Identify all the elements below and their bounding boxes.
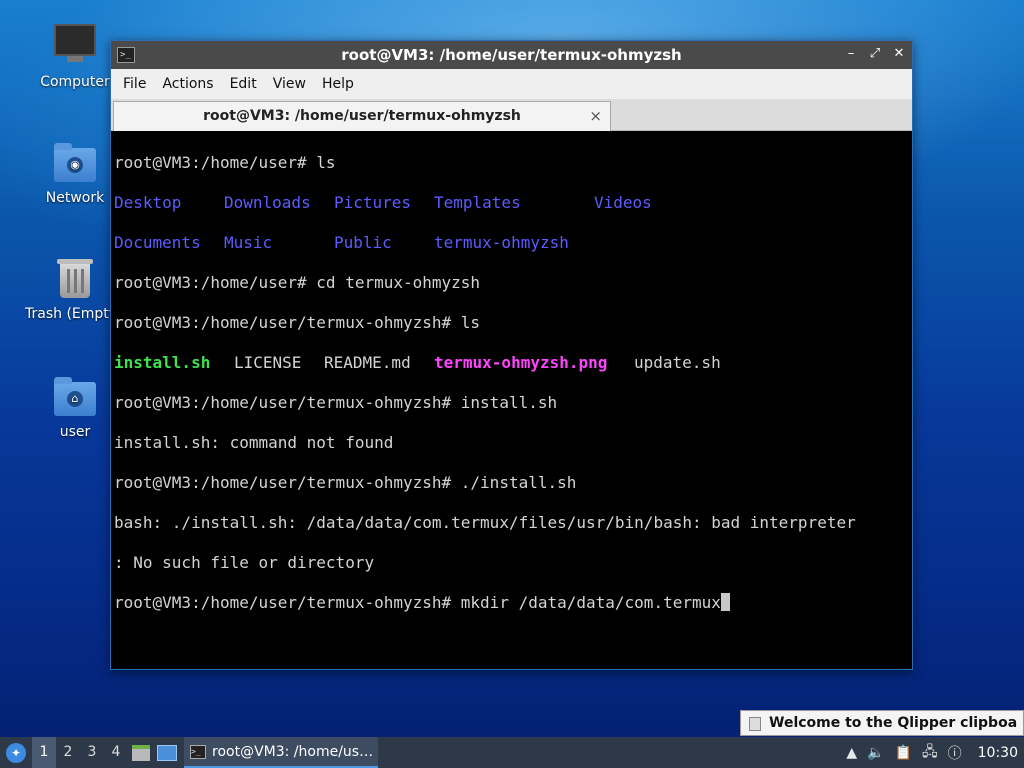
- volume-icon[interactable]: 🔈: [867, 745, 884, 761]
- file-entry: LICENSE: [234, 353, 302, 372]
- workspace-2[interactable]: 2: [56, 737, 80, 768]
- computer-icon: [53, 24, 97, 68]
- tab-close-icon[interactable]: ×: [589, 102, 602, 130]
- terminal-window[interactable]: >_ root@VM3: /home/user/termux-ohmyzsh –…: [110, 40, 913, 670]
- update-icon[interactable]: ⓘ: [948, 743, 962, 763]
- terminal-line: : No such file or directory: [114, 553, 375, 572]
- clipboard-icon[interactable]: 📋: [895, 745, 912, 761]
- window-titlebar[interactable]: >_ root@VM3: /home/user/termux-ohmyzsh –…: [111, 41, 912, 69]
- system-tray: ▲ 🔈 📋 🖧 ⓘ 10:30: [846, 741, 1024, 765]
- workspace-3[interactable]: 3: [80, 737, 104, 768]
- menu-help[interactable]: Help: [314, 76, 362, 92]
- dir-entry: Downloads: [224, 193, 311, 212]
- show-desktop-button[interactable]: [154, 737, 180, 768]
- trash-icon: [53, 256, 97, 300]
- notification-text: Welcome to the Qlipper clipboa: [769, 715, 1018, 731]
- start-menu-button[interactable]: ✦: [0, 737, 32, 768]
- window-title: root@VM3: /home/user/termux-ohmyzsh: [341, 46, 682, 64]
- dir-entry: termux-ohmyzsh: [434, 233, 569, 252]
- terminal-output[interactable]: root@VM3:/home/user# ls Desktop Downloads…: [114, 132, 909, 666]
- tab-label: root@VM3: /home/user/termux-ohmyzsh: [203, 108, 521, 124]
- terminal-line: Documents Music Public termux-ohmyzsh: [114, 233, 909, 253]
- desktop-icon-label: Trash (Empty): [25, 306, 110, 322]
- terminal-line: root@VM3:/home/user/termux-ohmyzsh# ./in…: [114, 473, 577, 492]
- close-button[interactable]: ✕: [892, 46, 906, 62]
- terminal-line: install.sh LICENSE README.md termux-ohmyzsh…: [114, 353, 909, 373]
- menu-file[interactable]: File: [115, 76, 154, 92]
- file-entry: README.md: [324, 353, 411, 372]
- menu-edit[interactable]: Edit: [222, 76, 265, 92]
- network-icon[interactable]: 🖧: [922, 741, 938, 765]
- command-input[interactable]: root@VM3:/home/user/termux-ohmyzsh# mkdi…: [114, 593, 721, 612]
- terminal-line: root@VM3:/home/user# cd termux-ohmyzsh: [114, 273, 481, 292]
- menu-actions[interactable]: Actions: [154, 76, 221, 92]
- maximize-button[interactable]: ⤢: [868, 46, 882, 62]
- file-entry-image: termux-ohmyzsh.png: [434, 353, 608, 372]
- terminal-line: install.sh: command not found: [114, 433, 394, 452]
- show-desktop-icon: [157, 744, 177, 761]
- dir-entry: Documents: [114, 233, 201, 252]
- text-cursor: [720, 593, 730, 611]
- network-folder-icon: ◉: [53, 140, 97, 184]
- terminal-line: Desktop Downloads Pictures Templates Videos: [114, 193, 909, 213]
- clipboard-notification[interactable]: Welcome to the Qlipper clipboa: [740, 710, 1024, 736]
- dir-entry: Desktop: [114, 193, 182, 212]
- terminal-tab[interactable]: root@VM3: /home/user/termux-ohmyzsh ×: [113, 101, 611, 131]
- home-folder-icon: ⌂: [53, 374, 97, 418]
- workspace-1[interactable]: 1: [32, 737, 56, 768]
- workspace-4[interactable]: 4: [104, 737, 128, 768]
- file-entry-executable: install.sh: [114, 353, 211, 372]
- menu-view[interactable]: View: [265, 76, 314, 92]
- file-manager-launcher[interactable]: [128, 737, 154, 768]
- file-manager-icon: [132, 744, 150, 761]
- terminal-line: root@VM3:/home/user/termux-ohmyzsh# ls: [114, 313, 481, 332]
- terminal-line: root@VM3:/home/user# ls: [114, 153, 336, 172]
- dir-entry: Music: [224, 233, 273, 252]
- terminal-icon: >_: [190, 744, 206, 759]
- menu-bar: File Actions Edit View Help: [111, 69, 912, 99]
- terminal-line[interactable]: root@VM3:/home/user/termux-ohmyzsh# mkdi…: [114, 593, 909, 613]
- clipboard-icon: [749, 717, 761, 731]
- arrow-up-icon[interactable]: ▲: [846, 745, 857, 761]
- terminal-icon: >_: [117, 47, 135, 63]
- tab-bar: root@VM3: /home/user/termux-ohmyzsh ×: [111, 99, 912, 131]
- dir-entry: Templates: [434, 193, 521, 212]
- terminal-line: bash: ./install.sh: /data/data/com.termu…: [114, 513, 856, 532]
- lxqt-logo-icon: ✦: [6, 742, 26, 763]
- taskbar: ✦ 1 2 3 4 >_ root@VM3: /home/us… ▲ 🔈 📋 🖧…: [0, 737, 1024, 768]
- dir-entry: Public: [334, 233, 392, 252]
- dir-entry: Videos: [594, 193, 652, 212]
- file-entry: update.sh: [634, 353, 721, 372]
- taskbar-task-terminal[interactable]: >_ root@VM3: /home/us…: [184, 737, 378, 768]
- minimize-button[interactable]: –: [844, 46, 858, 62]
- task-label: root@VM3: /home/us…: [212, 743, 374, 760]
- terminal-line: root@VM3:/home/user/termux-ohmyzsh# inst…: [114, 393, 558, 412]
- clock[interactable]: 10:30: [978, 745, 1018, 761]
- dir-entry: Pictures: [334, 193, 412, 212]
